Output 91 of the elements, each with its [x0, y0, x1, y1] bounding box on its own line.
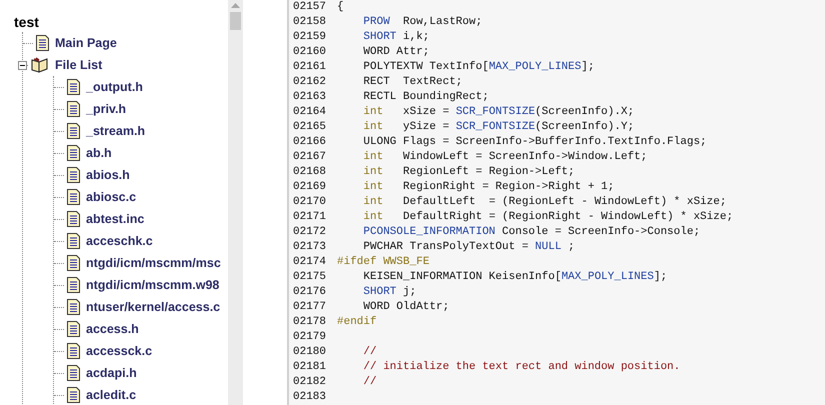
code-line: WORD OldAttr;	[362, 300, 450, 315]
code-line: int RegionLeft = Region->Left;	[362, 165, 575, 180]
tree-item[interactable]: Main Page	[55, 36, 117, 50]
document-icon	[67, 255, 80, 271]
tree-item[interactable]: abtest.inc	[86, 212, 144, 226]
line-number: 02165	[293, 120, 328, 135]
line-number: 02170	[293, 195, 328, 210]
code-line: PROW Row,LastRow;	[362, 15, 482, 30]
tree-item[interactable]: ntgdi/icm/mscmm/msc	[86, 256, 221, 270]
code-line: //	[362, 375, 377, 390]
line-number: 02158	[293, 15, 328, 30]
document-icon	[67, 189, 80, 205]
document-icon	[36, 35, 49, 51]
line-number: 02177	[293, 300, 328, 315]
line-number: 02181	[293, 360, 328, 375]
code-line: int ySize = SCR_FONTSIZE(ScreenInfo).Y;	[362, 120, 634, 135]
line-number: 02180	[293, 345, 328, 360]
line-number: 02168	[293, 165, 328, 180]
code-line: WORD Attr;	[362, 45, 430, 60]
collapse-toggle[interactable]	[18, 60, 27, 70]
book-icon	[31, 57, 49, 73]
line-number: 02169	[293, 180, 328, 195]
document-icon	[67, 167, 80, 183]
line-number: 02173	[293, 240, 328, 255]
line-number: 02157	[293, 0, 328, 15]
document-icon	[67, 79, 80, 95]
scrollbar[interactable]	[228, 0, 243, 405]
tree-root-label[interactable]: test	[14, 12, 228, 32]
line-number: 02183	[293, 390, 328, 405]
code-line: int WindowLeft = ScreenInfo->Window.Left;	[362, 150, 648, 165]
tree-item[interactable]: _output.h	[86, 80, 143, 94]
code-line: int DefaultRight = (RegionRight - WindowLeft) * xSize;	[362, 210, 734, 225]
code-line: int xSize = SCR_FONTSIZE(ScreenInfo).X;	[362, 105, 634, 120]
document-icon	[67, 101, 80, 117]
document-icon	[67, 299, 80, 315]
code-line: {	[337, 0, 344, 15]
tree-item[interactable]: abios.h	[86, 168, 130, 182]
code-line: PWCHAR TransPolyTextOut = NULL ;	[362, 240, 575, 255]
line-number: 02159	[293, 30, 328, 45]
line-number: 02178	[293, 315, 328, 330]
tree-item[interactable]: ab.h	[86, 146, 112, 160]
line-number: 02160	[293, 45, 328, 60]
document-icon	[67, 277, 80, 293]
code-line: RECT TextRect;	[362, 75, 462, 90]
tree-item[interactable]: abiosc.c	[86, 190, 136, 204]
code-line: PCONSOLE_INFORMATION Console = ScreenInfo->Console;	[362, 225, 700, 240]
scroll-thumb[interactable]	[230, 12, 241, 30]
line-number: 02161	[293, 60, 328, 75]
code-line: int DefaultLeft = (RegionLeft - WindowLeft) * xSize;	[362, 195, 726, 210]
line-number: 02171	[293, 210, 328, 225]
document-icon	[67, 123, 80, 139]
line-number: 02175	[293, 270, 328, 285]
scroll-up-icon[interactable]	[231, 3, 240, 8]
tree-item[interactable]: acledit.c	[86, 388, 136, 402]
line-number: 02179	[293, 330, 328, 345]
tree-item[interactable]: _priv.h	[86, 102, 126, 116]
code-line: int RegionRight = Region->Right + 1;	[362, 180, 614, 195]
tree-item[interactable]: ntgdi/icm/mscmm.w98	[86, 278, 220, 292]
tree-item[interactable]: _stream.h	[86, 124, 146, 138]
tree-item[interactable]: acdapi.h	[86, 366, 137, 380]
line-number: 02172	[293, 225, 328, 240]
code-line: RECTL BoundingRect;	[362, 90, 489, 105]
document-icon	[67, 211, 80, 227]
code-line: KEISEN_INFORMATION KeisenInfo[MAX_POLY_LINES];	[362, 270, 668, 285]
code-line: SHORT i,k;	[362, 30, 430, 45]
line-number: 02176	[293, 285, 328, 300]
line-number: 02164	[293, 105, 328, 120]
tree-item[interactable]: accessck.c	[86, 344, 152, 358]
line-number: 02167	[293, 150, 328, 165]
document-icon	[67, 321, 80, 337]
document-icon	[67, 145, 80, 161]
code-line: SHORT j;	[362, 285, 416, 300]
line-number: 02166	[293, 135, 328, 150]
tree-item[interactable]: ntuser/kernel/access.c	[86, 300, 220, 314]
line-number: 02162	[293, 75, 328, 90]
code-line: #ifdef WWSB_FE	[337, 255, 430, 270]
tree-item[interactable]: acceschk.c	[86, 234, 153, 248]
code-line: // initialize the text rect and window position.	[362, 360, 680, 375]
line-number: 02163	[293, 90, 328, 105]
code-line: POLYTEXTW TextInfo[MAX_POLY_LINES];	[362, 60, 594, 75]
code-line: ULONG Flags = ScreenInfo->BufferInfo.TextInfo.Flags;	[362, 135, 707, 150]
code-line: #endif	[337, 315, 377, 330]
tree-item[interactable]: File List	[55, 58, 102, 72]
document-icon	[67, 387, 80, 403]
line-number: 02182	[293, 375, 328, 390]
code-line: //	[362, 345, 377, 360]
document-icon	[67, 233, 80, 249]
tree-item[interactable]: access.h	[86, 322, 139, 336]
document-icon	[67, 343, 80, 359]
line-number: 02174	[293, 255, 328, 270]
document-icon	[67, 365, 80, 381]
